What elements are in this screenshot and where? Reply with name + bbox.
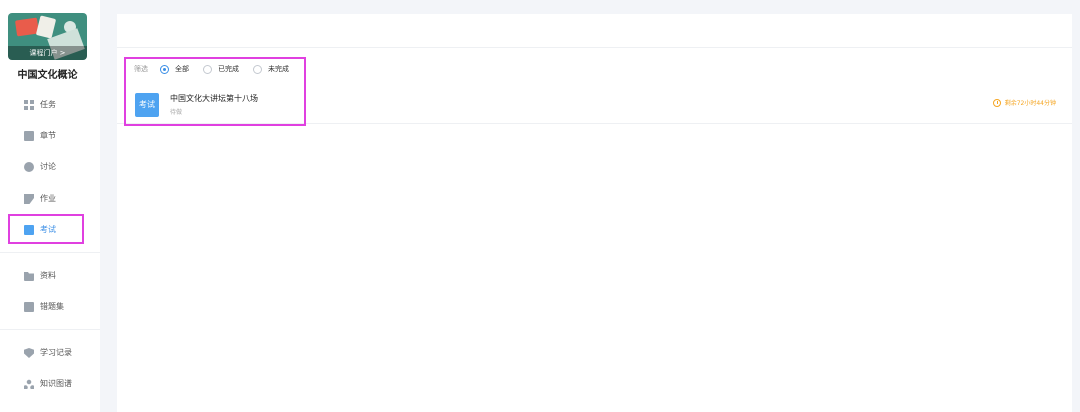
error-book-icon xyxy=(24,302,34,312)
sidebar-item-label: 知识图谱 xyxy=(40,379,72,388)
clock-icon xyxy=(992,98,1001,107)
sidebar-item-label: 任务 xyxy=(40,100,56,109)
exam-badge-icon: 考试 xyxy=(135,93,159,117)
sidebar-divider xyxy=(0,252,100,253)
row-divider xyxy=(117,123,1072,124)
exam-status: 待做 xyxy=(170,109,183,116)
course-cover-image[interactable]: 课程门户 > xyxy=(8,13,87,60)
sidebar-divider xyxy=(0,329,100,330)
discussion-icon xyxy=(24,162,34,172)
knowledge-graph-icon xyxy=(24,379,34,389)
sidebar-item-homework[interactable]: 作业 xyxy=(0,186,100,212)
main-panel: 筛选 全部 已完成 未完成 考试 中国文化大讲坛第十八场 待做 剩余72小时44… xyxy=(117,14,1072,412)
sidebar-item-learning-record[interactable]: 学习记录 xyxy=(0,340,100,366)
sidebar-item-task[interactable]: 任务 xyxy=(0,92,100,118)
sidebar-item-chapter[interactable]: 章节 xyxy=(0,123,100,149)
exam-title[interactable]: 中国文化大讲坛第十八场 xyxy=(170,93,258,104)
sidebar-item-knowledge-graph[interactable]: 知识图谱 xyxy=(0,371,100,397)
homework-icon xyxy=(24,194,34,204)
sidebar: 课程门户 > 中国文化概论 任务 章节 讨论 作业 考试 资料 错题集 学习记录… xyxy=(0,0,100,412)
sidebar-item-label: 考试 xyxy=(40,225,56,234)
sidebar-item-exam[interactable]: 考试 xyxy=(0,217,100,243)
sidebar-item-error-book[interactable]: 错题集 xyxy=(0,294,100,320)
header-divider xyxy=(117,47,1072,48)
folder-icon xyxy=(24,272,34,281)
sidebar-item-label: 作业 xyxy=(40,194,56,203)
exam-list-item[interactable]: 考试 中国文化大讲坛第十八场 待做 剩余72小时44分钟 xyxy=(117,88,1072,124)
sidebar-item-label: 错题集 xyxy=(40,302,64,311)
filter-option-label: 全部 xyxy=(175,65,189,73)
sidebar-item-label: 学习记录 xyxy=(40,348,72,357)
learning-record-icon xyxy=(24,348,34,358)
sidebar-item-materials[interactable]: 资料 xyxy=(0,263,100,289)
exam-remaining-time: 剩余72小时44分钟 xyxy=(992,98,1056,107)
filter-option-label: 已完成 xyxy=(218,65,239,73)
sidebar-item-label: 资料 xyxy=(40,271,56,280)
filter-option-label: 未完成 xyxy=(268,65,289,73)
radio-icon[interactable] xyxy=(253,64,262,74)
chapter-icon xyxy=(24,131,34,141)
course-name: 中国文化概论 xyxy=(17,70,78,81)
filter-option-completed[interactable]: 已完成 xyxy=(203,64,239,74)
radio-icon[interactable] xyxy=(203,64,212,74)
cover-decor xyxy=(35,15,57,39)
remaining-time-text: 剩余72小时44分钟 xyxy=(1004,100,1056,107)
sidebar-item-discussion[interactable]: 讨论 xyxy=(0,154,100,180)
sidebar-item-label: 讨论 xyxy=(40,162,56,171)
task-grid-icon xyxy=(24,100,34,110)
radio-checked-icon[interactable] xyxy=(160,64,169,74)
exam-icon xyxy=(24,225,34,235)
course-portal-link[interactable]: 课程门户 > xyxy=(8,47,87,59)
filter-label: 筛选 xyxy=(134,65,148,73)
filter-option-all[interactable]: 全部 xyxy=(160,64,189,74)
sidebar-item-label: 章节 xyxy=(40,131,56,140)
filter-option-incomplete[interactable]: 未完成 xyxy=(253,64,289,74)
filter-bar: 筛选 全部 已完成 未完成 xyxy=(134,63,303,75)
